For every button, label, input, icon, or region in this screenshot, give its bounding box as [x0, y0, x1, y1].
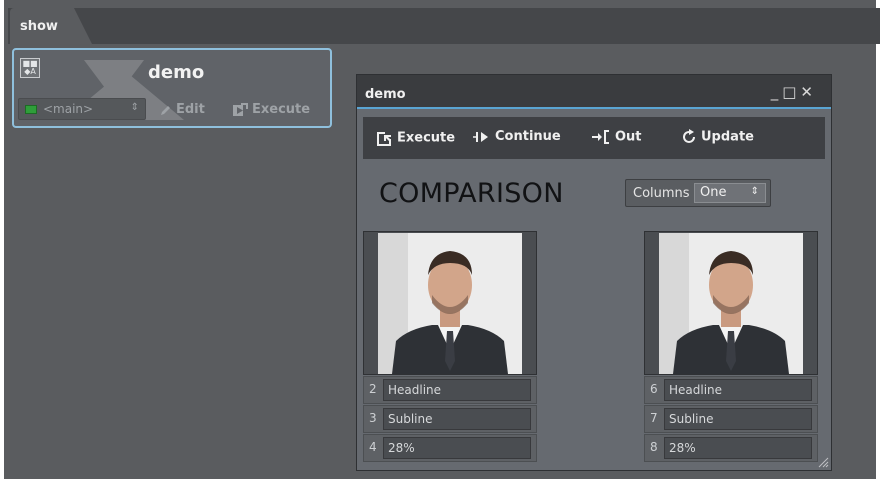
- headline-input[interactable]: Headline: [664, 379, 812, 401]
- columns-control: Columns One ⇕: [625, 179, 771, 207]
- execute-icon: [377, 132, 391, 146]
- toolbar-continue-button[interactable]: Continue: [473, 129, 561, 144]
- portrait-image: [659, 233, 803, 374]
- toolbar-continue-label: Continue: [495, 129, 561, 144]
- field-number: 4: [369, 440, 377, 454]
- page-title: COMPARISON: [379, 178, 564, 209]
- field-row: 7 Subline: [644, 405, 818, 433]
- field-row: 3 Subline: [363, 405, 537, 433]
- template-type-icon: ■■ ◆A: [20, 58, 40, 78]
- field-row: 4 28%: [363, 434, 537, 462]
- spin-arrows-icon: ⇕: [130, 102, 139, 113]
- subline-input[interactable]: Subline: [664, 408, 812, 430]
- card-title: demo: [148, 62, 205, 83]
- maximize-icon[interactable]: □: [782, 83, 800, 101]
- field-row: 2 Headline: [363, 376, 537, 404]
- image-slot[interactable]: [644, 231, 818, 375]
- minimize-icon[interactable]: _: [771, 83, 783, 101]
- resize-grip-icon[interactable]: [817, 456, 829, 468]
- pencil-icon: [161, 105, 170, 115]
- spin-arrows-icon: ⇕: [750, 186, 759, 197]
- monitor-icon: [25, 105, 37, 114]
- toolbar-execute-button[interactable]: Execute: [375, 129, 455, 147]
- field-number: 7: [650, 411, 658, 425]
- portrait-image: [378, 233, 522, 374]
- toolbar-execute-label: Execute: [397, 130, 456, 146]
- execute-icon: [233, 102, 248, 116]
- columns-select[interactable]: One ⇕: [694, 183, 766, 203]
- channel-select-value: <main>: [43, 102, 94, 116]
- refresh-icon: [683, 129, 695, 143]
- tab-bar: [8, 8, 880, 44]
- window-toolbar: Execute Continue Out Update: [363, 117, 825, 159]
- window-title: demo: [365, 87, 406, 102]
- toolbar-update-label: Update: [701, 129, 754, 145]
- field-number: 8: [650, 440, 658, 454]
- execute-button[interactable]: Execute: [232, 102, 310, 117]
- subline-input[interactable]: Subline: [383, 408, 531, 430]
- toolbar-update-button[interactable]: Update: [681, 129, 754, 145]
- edit-label: Edit: [176, 102, 205, 117]
- value-input[interactable]: 28%: [664, 437, 812, 459]
- macro-card-demo[interactable]: ■■ ◆A demo <main> ⇕ Edit Execute: [12, 48, 332, 128]
- channel-select[interactable]: <main> ⇕: [18, 98, 146, 120]
- out-icon: [592, 130, 609, 144]
- columns-label: Columns: [633, 186, 690, 201]
- field-row: 8 28%: [644, 434, 818, 462]
- execute-label: Execute: [252, 102, 311, 117]
- toolbar-out-label: Out: [615, 129, 642, 145]
- headline-input[interactable]: Headline: [383, 379, 531, 401]
- toolbar-out-button[interactable]: Out: [591, 129, 642, 145]
- value-input[interactable]: 28%: [383, 437, 531, 459]
- window-controls: _□✕: [771, 83, 817, 101]
- field-number: 6: [650, 382, 658, 396]
- demo-window: demo _□✕ Execute Continue Out Update COM…: [356, 74, 832, 471]
- field-row: 6 Headline: [644, 376, 818, 404]
- field-number: 3: [369, 411, 377, 425]
- app-workspace: show ■■ ◆A demo <main> ⇕ Edit Execute dem…: [0, 0, 880, 483]
- image-slot[interactable]: [363, 231, 537, 375]
- columns-select-value: One: [700, 185, 727, 200]
- field-number: 2: [369, 382, 377, 396]
- close-icon[interactable]: ✕: [800, 83, 817, 101]
- continue-icon: [473, 131, 488, 142]
- window-titlebar[interactable]: demo _□✕: [357, 75, 831, 109]
- edit-button[interactable]: Edit: [160, 102, 205, 117]
